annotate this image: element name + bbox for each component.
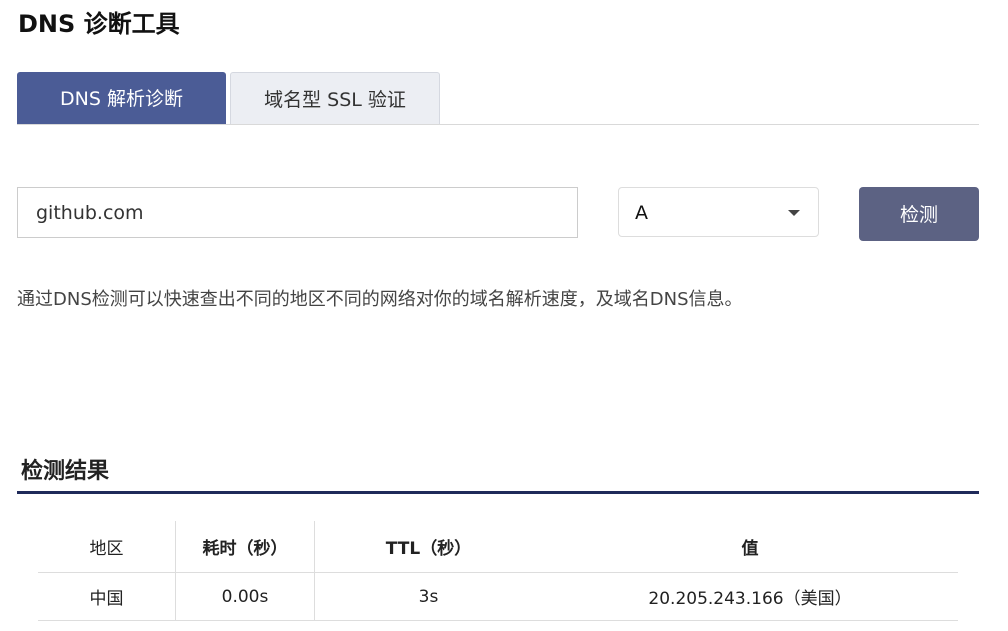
cell-region: 中国 [38, 572, 176, 621]
tab-bar: DNS 解析诊断 域名型 SSL 验证 [17, 72, 979, 125]
tab-ssl-verify[interactable]: 域名型 SSL 验证 [230, 72, 440, 124]
record-type-value: A [635, 202, 648, 224]
column-header-ttl: TTL（秒） [314, 521, 542, 573]
check-button[interactable]: 检测 [859, 187, 979, 241]
column-header-time: 耗时（秒） [175, 521, 315, 573]
cell-value: 20.205.243.166（美国） [542, 572, 958, 621]
domain-input[interactable] [17, 187, 578, 238]
description-text: 通过DNS检测可以快速查出不同的地区不同的网络对你的域名解析速度，及域名DNS信… [17, 289, 743, 310]
page-title: DNS 诊断工具 [18, 10, 180, 38]
results-table: 地区 耗时（秒） TTL（秒） 值 中国 0.00s 3s 20.205.243… [38, 521, 958, 621]
cell-ttl: 3s [314, 572, 542, 621]
column-header-region: 地区 [38, 521, 176, 573]
results-title: 检测结果 [21, 459, 110, 484]
table-header-row: 地区 耗时（秒） TTL（秒） 值 [38, 521, 958, 573]
cell-time: 0.00s [175, 572, 315, 621]
column-header-value: 值 [542, 521, 958, 573]
results-divider [17, 491, 979, 494]
chevron-down-icon [788, 210, 800, 216]
tab-dns-resolve[interactable]: DNS 解析诊断 [17, 72, 226, 124]
record-type-select[interactable]: A [618, 187, 819, 237]
table-row: 中国 0.00s 3s 20.205.243.166（美国） [38, 572, 958, 621]
